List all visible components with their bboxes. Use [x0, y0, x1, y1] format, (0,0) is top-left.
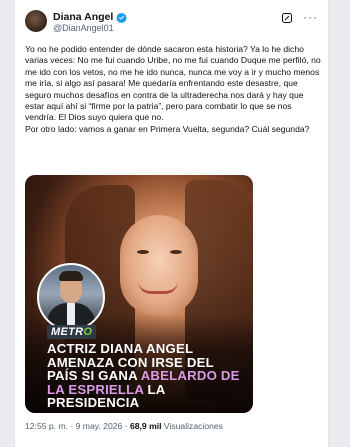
- tweet-time[interactable]: 12:55 p. m.: [25, 421, 68, 431]
- handle[interactable]: @DianAngel01: [53, 23, 114, 33]
- photo-eye: [170, 250, 182, 254]
- metro-logo-prefix: METR: [51, 326, 84, 338]
- views-label: Visualizaciones: [161, 421, 223, 431]
- meta-separator: ·: [68, 421, 76, 431]
- photo-face: [120, 215, 198, 315]
- tweet-media-image[interactable]: METRO ACTRIZ DIANA ANGEL AMENAZA CON IRS…: [25, 175, 253, 413]
- inset-hair: [59, 271, 83, 281]
- tweet-meta: 12:55 p. m. · 9 may. 2026 · 68,9 mil Vis…: [25, 421, 223, 431]
- tweet-card: Diana Angel @DianAngel01 ··· Yo no he po…: [14, 0, 329, 447]
- meta-separator: ·: [122, 421, 130, 431]
- metro-logo-accent: O: [83, 326, 93, 338]
- tweet-text: Yo no he podido entender de dónde sacaro…: [25, 44, 323, 135]
- media-headline: ACTRIZ DIANA ANGEL AMENAZA CON IRSE DEL …: [47, 342, 247, 410]
- tweet-date[interactable]: 9 may. 2026: [76, 421, 123, 431]
- verified-badge-icon: [116, 12, 128, 23]
- metro-logo: METRO: [47, 325, 97, 339]
- inset-photo: [37, 263, 105, 331]
- tweet-paragraph: Por otro lado: vamos a ganar en Primera …: [25, 123, 310, 134]
- tweet-header: Diana Angel @DianAngel01 ···: [25, 10, 320, 36]
- tweet-paragraph: Yo no he podido entender de dónde sacaro…: [25, 44, 321, 123]
- name-row: Diana Angel: [53, 11, 128, 23]
- avatar[interactable]: [25, 10, 47, 32]
- grok-icon[interactable]: [281, 12, 293, 24]
- views-count: 68,9 mil: [129, 421, 162, 431]
- metro-logo-text: METRO: [51, 326, 92, 338]
- display-name[interactable]: Diana Angel: [53, 11, 113, 23]
- more-options-icon[interactable]: ···: [303, 11, 318, 23]
- photo-eye: [137, 250, 149, 254]
